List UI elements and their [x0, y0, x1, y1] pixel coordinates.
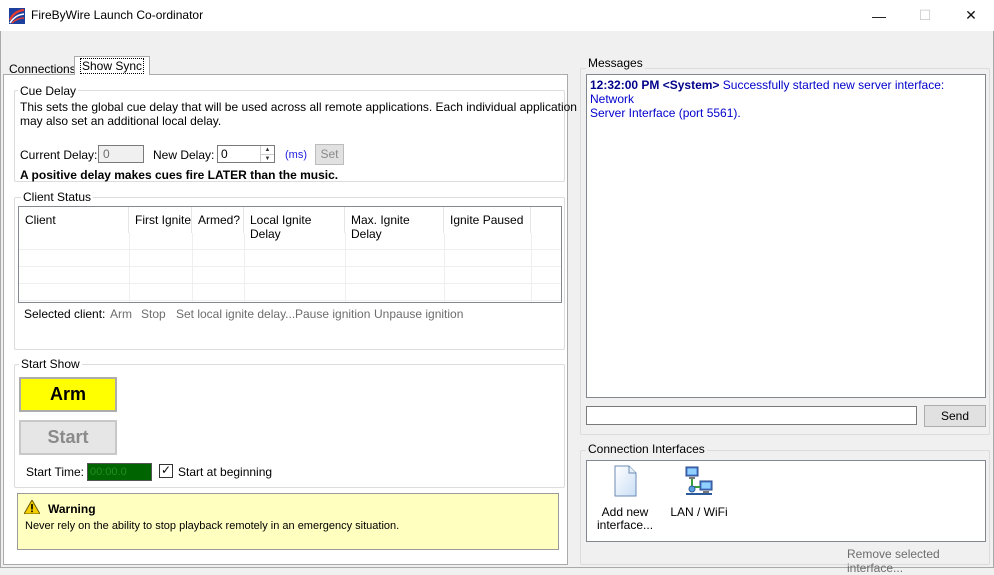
unit-label: (ms)	[285, 149, 307, 161]
lan-wifi-label: LAN / WiFi	[670, 505, 728, 519]
maximize-icon: ☐	[918, 7, 932, 23]
close-icon: ✕	[965, 7, 977, 23]
column-header-client[interactable]: Client	[19, 207, 129, 233]
current-delay-label: Current Delay:	[20, 148, 98, 162]
column-header-armed[interactable]: Armed?	[192, 207, 244, 233]
app-logo-icon	[8, 8, 25, 24]
start-button[interactable]: Start	[19, 420, 117, 455]
messages-legend: Messages	[586, 56, 645, 70]
close-button[interactable]: ✕	[948, 0, 994, 31]
window-title: FireByWire Launch Co-ordinator	[31, 8, 204, 22]
send-button[interactable]: Send	[924, 405, 986, 427]
client-status-legend: Client Status	[21, 190, 94, 204]
warning-text: Never rely on the ability to stop playba…	[25, 520, 400, 532]
selected-client-label: Selected client:	[24, 307, 106, 321]
delay-note: A positive delay makes cues fire LATER t…	[20, 168, 339, 182]
start-at-beginning-checkbox[interactable]: ✓	[159, 464, 173, 478]
messages-log[interactable]: 12:32:00 PM <System> Successfully starte…	[586, 74, 986, 398]
connection-interfaces-legend: Connection Interfaces	[586, 442, 707, 456]
maximize-button[interactable]: ☐	[902, 0, 948, 31]
minimize-button[interactable]: —	[856, 0, 902, 31]
add-new-interface-label-2: interface...	[597, 518, 654, 532]
spin-up-icon[interactable]: ▲	[260, 146, 274, 154]
row-divider	[19, 300, 561, 301]
checkmark-icon: ✓	[160, 463, 172, 477]
column-header-first-ignite[interactable]: First Ignite	[129, 207, 192, 233]
arm-client-link[interactable]: Arm	[110, 307, 132, 321]
cue-delay-legend: Cue Delay	[18, 84, 79, 98]
column-header-max-ignite-delay[interactable]: Max. Ignite Delay	[345, 207, 444, 241]
column-divider	[192, 233, 193, 302]
remove-selected-interface-link[interactable]: Remove selected interface...	[847, 547, 994, 575]
tab-show-sync[interactable]: Show Sync	[74, 56, 151, 75]
unpause-ignition-link[interactable]: Unpause ignition	[374, 307, 463, 321]
warning-title: Warning	[48, 502, 96, 516]
lan-wifi-interface-item[interactable]: LAN / WiFi	[667, 465, 731, 521]
arm-button[interactable]: Arm	[19, 377, 117, 412]
start-time-label: Start Time:	[26, 465, 85, 479]
new-document-icon	[612, 465, 638, 497]
pause-ignition-link[interactable]: Pause ignition	[295, 307, 370, 321]
new-delay-label: New Delay:	[153, 148, 215, 162]
cue-delay-description-2: may also set an additional local delay.	[20, 114, 222, 128]
set-delay-button[interactable]: Set	[315, 144, 344, 165]
column-header-local-ignite-delay[interactable]: Local Ignite Delay	[244, 207, 345, 241]
column-divider	[244, 233, 245, 302]
message-entry: 12:32:00 PM <System> Successfully starte…	[590, 78, 982, 120]
current-delay-field: 0	[98, 145, 144, 163]
warning-icon	[23, 498, 41, 515]
minimize-icon: —	[872, 7, 886, 24]
message-time: 12:32:00 PM	[590, 78, 660, 92]
tab-show-sync-label: Show Sync	[80, 58, 145, 74]
row-divider	[19, 283, 561, 284]
cue-delay-description-1: This sets the global cue delay that will…	[20, 100, 577, 114]
spin-down-icon[interactable]: ▼	[260, 154, 274, 162]
message-text-continued: Server Interface (port 5561).	[590, 106, 741, 120]
start-at-beginning-label: Start at beginning	[178, 465, 273, 479]
interfaces-list[interactable]: Add new interface... LAN / WiFi	[586, 460, 986, 542]
new-delay-value: 0	[221, 147, 228, 161]
warning-panel: Warning Never rely on the ability to sto…	[17, 493, 559, 550]
column-header-ignite-paused[interactable]: Ignite Paused	[444, 207, 531, 233]
row-divider	[19, 266, 561, 267]
column-divider	[129, 233, 130, 302]
set-local-ignite-delay-link[interactable]: Set local ignite delay...	[176, 307, 295, 321]
start-show-legend: Start Show	[19, 357, 82, 371]
network-icon	[683, 465, 715, 497]
client-status-table[interactable]: Client First Ignite Armed? Local Ignite …	[18, 206, 562, 303]
message-input[interactable]	[586, 406, 917, 425]
add-new-interface-item[interactable]: Add new interface...	[597, 465, 653, 533]
message-source: <System>	[662, 78, 720, 92]
row-divider	[19, 249, 561, 250]
start-time-field[interactable]: 00:00.0	[87, 463, 152, 481]
column-divider	[444, 233, 445, 302]
new-delay-stepper[interactable]: 0 ▲ ▼	[217, 145, 275, 163]
column-divider	[345, 233, 346, 302]
stop-client-link[interactable]: Stop	[141, 307, 166, 321]
column-divider	[531, 233, 532, 302]
